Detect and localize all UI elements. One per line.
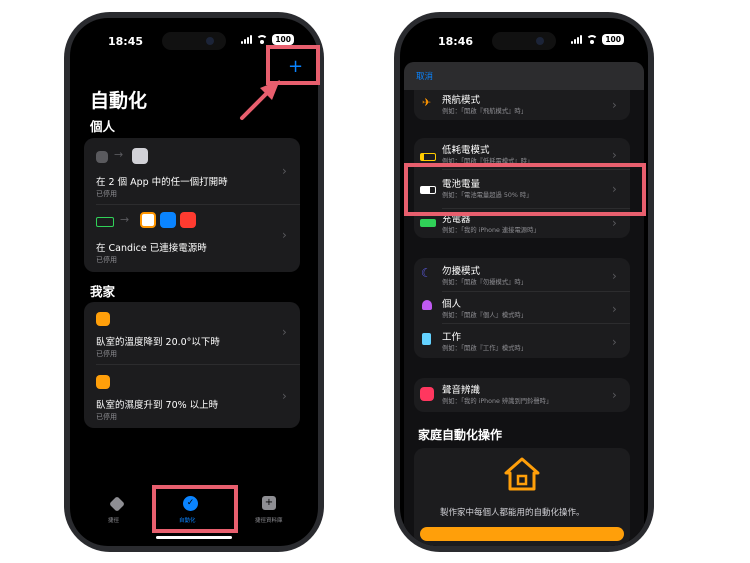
app-arrow-icon	[96, 151, 108, 163]
chevron-right-icon: ›	[282, 164, 287, 178]
photos-app-icon	[140, 212, 156, 228]
trigger-example: 例如：「開啟『勿擾模式』時」	[442, 279, 528, 286]
chevron-right-icon: ›	[612, 302, 617, 316]
battery-level-highlight	[404, 163, 646, 216]
person-icon	[422, 300, 432, 310]
automation-item-title: 臥室的濕度升到 70% 以上時	[96, 400, 219, 411]
trigger-title: 個人	[442, 299, 462, 310]
chevron-right-icon: ›	[612, 269, 617, 283]
automation-item-status: 已停用	[96, 350, 117, 358]
section-header-personal: 個人	[90, 119, 116, 134]
trigger-title: 低耗電模式	[442, 145, 490, 156]
trigger-example: 例如：「開啟『飛航模式』時」	[442, 108, 528, 115]
chevron-right-icon: ›	[612, 148, 617, 162]
trigger-example: 例如：「我的 iPhone 辨識到門鈴聲時」	[442, 398, 553, 405]
home-automation-caption: 製作家中每個人都能用的自動化操作。	[440, 508, 585, 518]
trigger-title: 勿擾模式	[442, 266, 481, 277]
tab-label: 捷徑資料庫	[255, 518, 283, 524]
cellular-signal-icon	[571, 35, 583, 44]
divider	[442, 291, 630, 292]
cancel-button[interactable]: 取消	[416, 70, 433, 82]
status-time: 18:46	[438, 35, 474, 48]
shazam-app-icon	[160, 212, 176, 228]
section-header-home: 我家	[90, 284, 116, 299]
chevron-right-icon: ›	[282, 389, 287, 403]
trigger-title: 飛航模式	[442, 95, 481, 106]
trigger-example: 例如：「我的 iPhone 連接電源時」	[442, 227, 540, 234]
arrow-right-icon: →	[120, 213, 130, 226]
divider	[96, 364, 300, 365]
low-battery-icon	[420, 153, 436, 161]
trigger-title: 聲音辨識	[442, 385, 481, 396]
moon-icon: ☾	[421, 266, 432, 280]
divider	[442, 323, 630, 324]
home-icon	[504, 457, 540, 491]
trigger-title: 工作	[442, 332, 462, 343]
home-action-button[interactable]	[420, 527, 624, 541]
automation-item-status: 已停用	[96, 190, 117, 198]
automation-item-title: 在 Candice 已連接電源時	[96, 243, 207, 254]
chevron-right-icon: ›	[612, 216, 617, 230]
video-app-icon	[180, 212, 196, 228]
sensor-icon	[96, 312, 110, 326]
sheet-header	[404, 62, 644, 90]
automation-item-title: 臥室的溫度降到 20.0°以下時	[96, 337, 220, 348]
battery-icon: 100	[602, 34, 624, 45]
wifi-icon	[256, 35, 269, 44]
battery-icon: 100	[272, 34, 294, 45]
automation-item-status: 已停用	[96, 256, 117, 264]
sensor-icon	[96, 375, 110, 389]
status-bar: 18:46 100	[400, 31, 648, 51]
home-automation-header: 家庭自動化操作	[418, 428, 503, 442]
automation-tab-highlight	[152, 485, 238, 533]
automation-item-status: 已停用	[96, 413, 117, 421]
wifi-icon	[586, 35, 599, 44]
chevron-right-icon: ›	[282, 325, 287, 339]
right-phone-screen: 18:46 100 取消 ✈ 飛航模式 例如：「開啟『飛航模式』時」 › 低耗電…	[400, 18, 648, 546]
lock-icon	[132, 148, 148, 164]
divider	[96, 204, 300, 205]
chevron-right-icon: ›	[282, 228, 287, 242]
charging-icon	[420, 219, 436, 227]
gallery-plus-icon: +	[262, 496, 276, 510]
charging-icon	[96, 217, 114, 227]
airplane-icon: ✈	[422, 96, 432, 109]
cellular-signal-icon	[241, 35, 253, 44]
tab-label: 捷徑	[108, 518, 120, 524]
trigger-example: 例如：「開啟『個人』模式時」	[442, 312, 528, 319]
arrow-right-icon: →	[114, 148, 124, 161]
trigger-example: 例如：「開啟『工作』模式時」	[442, 345, 528, 352]
chevron-right-icon: ›	[612, 335, 617, 349]
automation-item-title: 在 2 個 App 中的任一個打開時	[96, 177, 228, 188]
annotation-arrow-icon	[240, 80, 280, 120]
home-indicator	[156, 536, 232, 539]
layers-icon	[109, 496, 125, 512]
chevron-right-icon: ›	[612, 98, 617, 112]
left-phone-frame: 18:45 100 + 自動化 個人 → 在 2 個 App 中的任一個打開時 …	[64, 12, 324, 552]
sound-recognition-icon	[420, 387, 434, 401]
badge-icon	[422, 333, 431, 345]
page-title: 自動化	[90, 90, 148, 112]
chevron-right-icon: ›	[612, 388, 617, 402]
right-phone-frame: 18:46 100 取消 ✈ 飛航模式 例如：「開啟『飛航模式』時」 › 低耗電…	[394, 12, 654, 552]
status-time: 18:45	[108, 35, 144, 48]
